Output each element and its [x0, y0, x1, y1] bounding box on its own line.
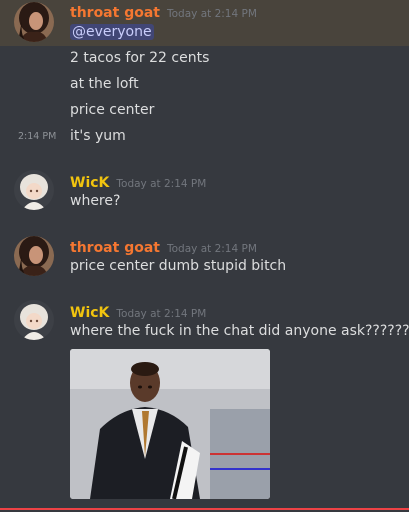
message-text: 2 tacos for 22 cents	[70, 50, 210, 66]
chat-messages: throat goat Today at 2:14 PM @everyone 2 …	[0, 0, 409, 512]
anime-character-avatar-icon	[14, 170, 54, 210]
username[interactable]: throat goat	[70, 5, 160, 21]
username[interactable]: WicK	[70, 305, 109, 321]
man-in-suit-gif-icon	[70, 349, 270, 499]
message-header: throat goat Today at 2:14 PM	[70, 2, 257, 21]
timestamp: Today at 2:14 PM	[116, 308, 207, 320]
message-text: it's yum	[70, 128, 126, 144]
timestamp: Today at 2:14 PM	[116, 178, 207, 190]
avatar[interactable]	[14, 2, 54, 42]
message-text: price center dumb stupid bitch	[70, 258, 287, 274]
username[interactable]: throat goat	[70, 240, 160, 256]
avatar[interactable]	[14, 300, 54, 340]
message-text: where the fuck in the chat did anyone as…	[70, 323, 409, 339]
gif-attachment[interactable]	[70, 349, 270, 499]
username[interactable]: WicK	[70, 175, 109, 191]
everyone-mention[interactable]: @everyone	[70, 24, 154, 40]
dark-hair-avatar-icon	[14, 236, 54, 276]
message-text: where?	[70, 193, 121, 209]
message-header: throat goat Today at 2:14 PM	[70, 237, 257, 256]
timestamp: Today at 2:14 PM	[166, 243, 257, 255]
hover-timestamp: 2:14 PM	[18, 131, 57, 142]
timestamp: Today at 2:14 PM	[166, 8, 257, 20]
message-text: at the loft	[70, 76, 139, 92]
message-text: price center	[70, 102, 155, 118]
message-group: throat goat Today at 2:14 PM @everyone	[0, 0, 409, 46]
message-header: WicK Today at 2:14 PM	[70, 302, 206, 321]
new-messages-divider	[0, 508, 409, 510]
message-header: WicK Today at 2:14 PM	[70, 172, 206, 191]
avatar[interactable]	[14, 170, 54, 210]
message-text: @everyone	[70, 24, 154, 40]
dark-hair-avatar-icon	[14, 2, 54, 42]
avatar[interactable]	[14, 236, 54, 276]
anime-character-avatar-icon	[14, 300, 54, 340]
